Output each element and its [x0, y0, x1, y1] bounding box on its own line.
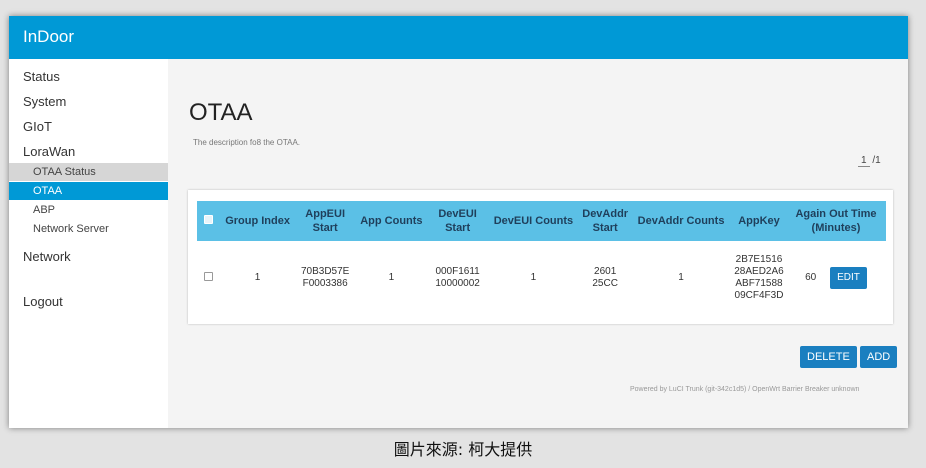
col-header: AppEUI Start — [296, 201, 355, 241]
app-window: InDoor Status System GIoT LoraWan OTAA S… — [9, 16, 908, 428]
sidebar-item-network[interactable]: Network — [23, 249, 71, 264]
brand-title[interactable]: InDoor — [23, 27, 74, 47]
table-header-row: Group Index AppEUI Start App Counts DevE… — [197, 201, 886, 241]
cell-deveui-counts: 1 — [530, 272, 537, 283]
table-row: 1 70B3D57E F0003386 1 000F1611 10000002 … — [197, 241, 886, 315]
select-all-checkbox[interactable] — [203, 215, 213, 224]
page-description: The description fo8 the OTAA. — [193, 138, 301, 147]
col-header: DevEUI Start — [428, 201, 487, 241]
pagination: 1 /1 — [858, 155, 881, 167]
edit-button[interactable]: EDIT — [830, 267, 867, 289]
col-header: DevAddr Counts — [630, 201, 732, 241]
cell-group-index: 1 — [254, 272, 261, 283]
sidebar-item-giot[interactable]: GIoT — [23, 119, 52, 134]
image-caption: 圖片來源: 柯大提供 — [393, 440, 533, 459]
sidebar: Status System GIoT LoraWan OTAA Status O… — [9, 59, 168, 428]
otaa-table: Group Index AppEUI Start App Counts DevE… — [197, 201, 886, 315]
otaa-table-card: Group Index AppEUI Start App Counts DevE… — [188, 190, 893, 324]
cell-appeui-start: 70B3D57E F0003386 — [300, 266, 350, 289]
again-out-time-value: 60 — [805, 272, 817, 283]
sidebar-item-system[interactable]: System — [23, 94, 66, 109]
sidebar-item-logout[interactable]: Logout — [23, 294, 63, 309]
sidebar-subitem-network-server[interactable]: Network Server — [9, 220, 168, 238]
cell-devaddr-start: 2601 25CC — [592, 266, 618, 289]
page-title: OTAA — [189, 99, 253, 126]
cell-devaddr-counts: 1 — [678, 272, 684, 283]
sidebar-subitem-otaa-status[interactable]: OTAA Status — [9, 163, 168, 181]
sidebar-item-status[interactable]: Status — [23, 69, 60, 84]
cell-appkey: 2B7E1516 28AED2A6 ABF71588 09CF4F3D — [734, 254, 784, 301]
add-button[interactable]: ADD — [860, 346, 898, 368]
col-header: Again Out Time (Minutes) — [786, 201, 886, 241]
col-header: DevEUI Counts — [486, 201, 581, 241]
page-total: /1 — [872, 155, 881, 166]
col-header: AppKey — [732, 201, 786, 241]
col-header: Group Index — [219, 201, 297, 241]
select-all-cell[interactable] — [197, 201, 219, 241]
cell-app-counts: 1 — [388, 272, 395, 283]
sidebar-item-lorawan[interactable]: LoraWan — [23, 144, 75, 159]
col-header: DevAddr Start — [580, 201, 631, 241]
main-content: OTAA The description fo8 the OTAA. 1 /1 … — [168, 59, 908, 428]
footer-powered-by: Powered by LuCI Trunk (git-342c1d5) / Op… — [630, 386, 860, 393]
cell-again-out-time: 60 EDIT — [786, 241, 886, 315]
page-current[interactable]: 1 — [858, 155, 870, 167]
col-header: App Counts — [354, 201, 429, 241]
row-checkbox[interactable] — [203, 271, 213, 281]
top-bar: InDoor — [9, 16, 908, 59]
delete-button[interactable]: DELETE — [800, 346, 857, 368]
row-select-cell[interactable] — [197, 241, 219, 315]
sidebar-subitem-otaa[interactable]: OTAA — [9, 182, 168, 200]
sidebar-subitem-abp[interactable]: ABP — [9, 201, 168, 219]
cell-deveui-start: 000F1611 10000002 — [435, 266, 480, 289]
